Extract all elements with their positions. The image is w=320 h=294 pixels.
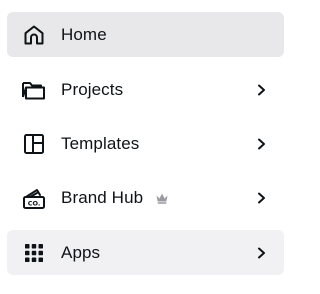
nav-item-home[interactable]: Home xyxy=(7,12,284,57)
nav-item-templates[interactable]: Templates xyxy=(7,121,284,166)
nav-item-apps[interactable]: Apps xyxy=(7,230,284,275)
nav-item-label: Brand Hub xyxy=(61,187,144,207)
chevron-right-icon xyxy=(255,83,267,97)
home-icon xyxy=(21,22,47,48)
chevron-right-icon xyxy=(255,191,267,205)
nav-item-label: Home xyxy=(61,24,107,44)
chevron-right-icon xyxy=(255,137,267,151)
nav-item-brand-hub[interactable]: CO. Brand Hub xyxy=(7,175,284,220)
svg-text:CO.: CO. xyxy=(28,199,41,207)
sidebar-nav: Home Projects Templates CO. Brand Hub Ap… xyxy=(0,0,300,294)
brand-hub-icon: CO. xyxy=(21,185,47,211)
nav-item-projects[interactable]: Projects xyxy=(7,67,284,112)
nav-item-label: Projects xyxy=(61,79,124,99)
folder-icon xyxy=(21,77,47,103)
templates-icon xyxy=(21,131,47,157)
nav-item-label: Templates xyxy=(61,133,140,153)
crown-icon xyxy=(155,191,169,205)
chevron-right-icon xyxy=(255,246,267,260)
apps-grid-icon xyxy=(21,240,47,266)
nav-item-label: Apps xyxy=(61,242,101,262)
